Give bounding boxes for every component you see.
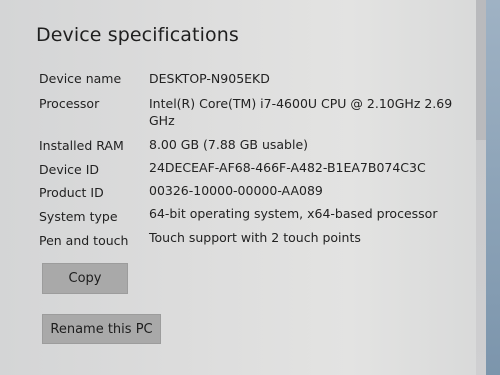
spec-label-pen-and-touch: Pen and touch [39,233,129,248]
vertical-scrollbar-thumb[interactable] [476,0,486,140]
rename-this-pc-button[interactable]: Rename this PC [42,314,161,344]
copy-button[interactable]: Copy [42,263,128,294]
spec-value-installed-ram: 8.00 GB (7.88 GB usable) [149,137,309,152]
spec-label-system-type: System type [39,209,118,224]
spec-value-product-id: 00326-10000-00000-AA089 [149,183,323,198]
spec-value-device-name: DESKTOP-N905EKD [149,71,270,86]
section-title: Device specifications [36,24,239,46]
settings-page: Device specifications Device name DESKTO… [0,0,500,375]
spec-value-device-id: 24DECEAF-AF68-466F-A482-B1EA7B074C3C [149,160,426,175]
spec-label-device-id: Device ID [39,162,100,177]
spec-label-processor: Processor [39,96,100,111]
spec-value-processor: Intel(R) Core(TM) i7-4600U CPU @ 2.10GHz… [149,96,453,128]
spec-value-system-type: 64-bit operating system, x64-based proce… [149,206,438,221]
spec-label-installed-ram: Installed RAM [39,138,124,153]
spec-label-product-id: Product ID [39,185,104,200]
spec-value-pen-and-touch: Touch support with 2 touch points [149,230,361,245]
spec-label-device-name: Device name [39,71,122,86]
desktop-edge [486,0,500,375]
